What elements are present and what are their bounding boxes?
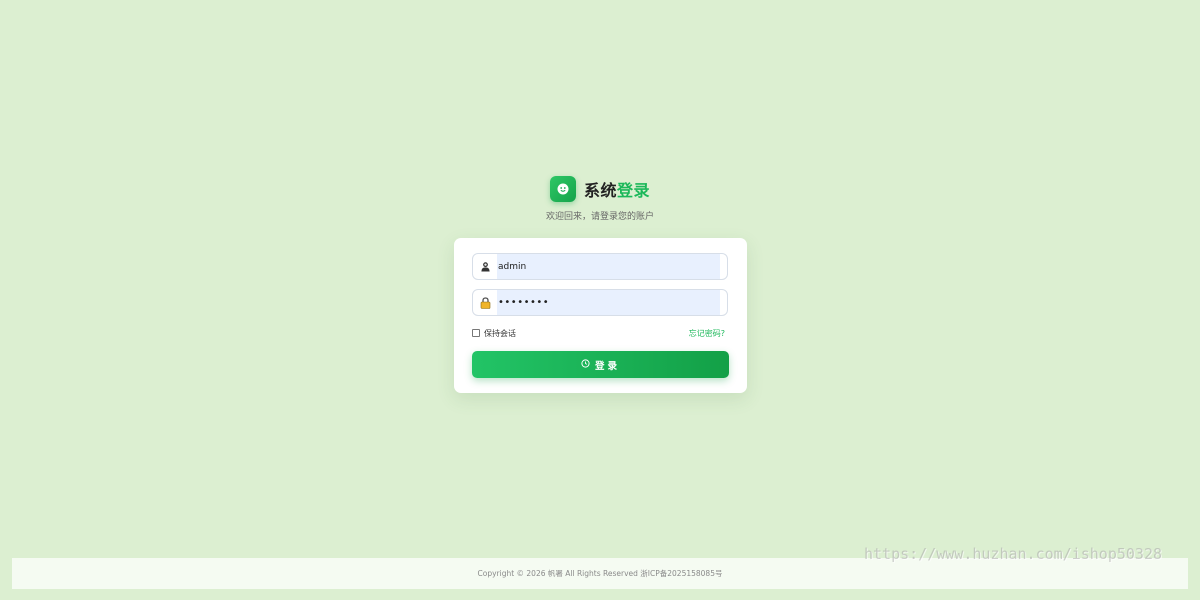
login-button-label: 登录 — [594, 360, 620, 372]
keep-session-toggle[interactable]: 保持会话 — [472, 328, 516, 339]
watermark: https://www.huzhan.com/ishop50328 — [863, 545, 1162, 563]
username-field[interactable]: admin — [472, 253, 728, 280]
password-field[interactable]: •••••••• — [472, 289, 728, 316]
brand-header: 系统登录 — [0, 176, 1200, 202]
password-input[interactable]: •••••••• — [497, 290, 720, 315]
keep-session-checkbox[interactable] — [472, 329, 480, 337]
login-button[interactable]: 登录 — [472, 351, 729, 378]
title-part-1: 系统 — [583, 181, 617, 200]
forgot-password-link[interactable]: 忘记密码? — [689, 328, 725, 339]
login-card: admin •••••••• 保持会话 忘记密码? 登录 — [454, 238, 747, 393]
copyright-text: Copyright © 2026 帆署 All Rights Reserved … — [477, 569, 723, 578]
keep-session-label: 保持会话 — [484, 328, 516, 338]
login-page: 系统登录 欢迎回来，请登录您的账户 admin •••••••• 保持会话 忘记… — [0, 0, 1200, 600]
title-part-2: 登录 — [617, 181, 651, 200]
smiley-icon — [549, 176, 576, 202]
options-row: 保持会话 忘记密码? — [472, 326, 728, 340]
clock-icon — [581, 358, 590, 371]
user-icon — [473, 254, 497, 279]
username-input[interactable]: admin — [497, 254, 720, 279]
page-subtitle: 欢迎回来，请登录您的账户 — [545, 212, 654, 222]
lock-icon — [473, 290, 497, 315]
page-title: 系统登录 — [584, 177, 650, 201]
